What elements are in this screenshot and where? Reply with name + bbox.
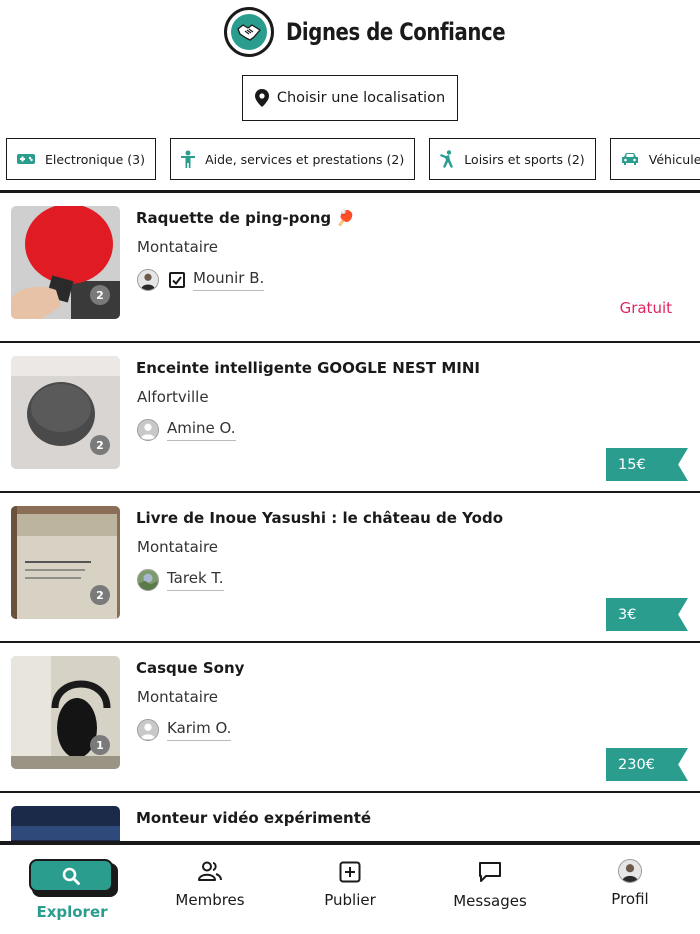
- person-icon: [181, 150, 196, 168]
- listing-city: Montataire: [137, 538, 219, 556]
- add-square-icon: [339, 861, 361, 883]
- search-icon: [62, 867, 80, 885]
- category-electronique[interactable]: Electronique (3): [6, 138, 156, 180]
- category-label: Aide, services et prestations (2): [205, 151, 405, 167]
- listing-photo[interactable]: [11, 806, 120, 841]
- avatar: [137, 269, 159, 291]
- category-label: Véhicules: [648, 151, 700, 167]
- photo-count-badge: 2: [90, 585, 110, 605]
- handshake-logo-icon[interactable]: [224, 7, 274, 57]
- nav-explorer[interactable]: Explorer: [26, 845, 118, 934]
- photo-count-badge: 1: [90, 735, 110, 755]
- price-free-label: Gratuit: [619, 299, 672, 317]
- nav-publier-label: Publier: [324, 891, 376, 909]
- photo-count-badge: 2: [90, 435, 110, 455]
- gamepad-icon: [17, 154, 35, 164]
- listing-photo[interactable]: 2: [11, 506, 120, 619]
- seller-name[interactable]: Karim O.: [167, 719, 232, 741]
- nav-membres-label: Membres: [175, 891, 245, 909]
- members-icon: [198, 861, 222, 881]
- listing-seller[interactable]: Tarek T.: [137, 569, 224, 591]
- listing-card[interactable]: 1 Casque Sony Montataire Karim O. 230€: [0, 643, 700, 793]
- bottom-navigation: Explorer Membres Publier Messages Profil: [0, 841, 700, 934]
- listing-photo[interactable]: 2: [11, 356, 120, 469]
- nav-messages-label: Messages: [453, 892, 527, 910]
- nav-profil[interactable]: Profil: [585, 845, 675, 934]
- seller-name[interactable]: Mounir B.: [193, 269, 265, 291]
- nav-membres[interactable]: Membres: [165, 845, 255, 934]
- photo-count-badge: 2: [90, 285, 110, 305]
- price-tag: 3€: [606, 598, 688, 631]
- seller-name[interactable]: Amine O.: [167, 419, 236, 441]
- avatar-placeholder: [137, 419, 159, 441]
- verified-check-icon: [169, 272, 185, 288]
- profile-avatar: [618, 859, 642, 883]
- price-tag: 230€: [606, 748, 688, 781]
- listing-card[interactable]: 2 Raquette de ping-pong 🏓 Montataire Mou…: [0, 193, 700, 343]
- avatar-placeholder: [137, 719, 159, 741]
- listing-title[interactable]: Raquette de ping-pong 🏓: [136, 209, 355, 227]
- category-label: Electronique (3): [45, 151, 145, 167]
- brand-name: Dignes de Confiance: [286, 18, 506, 46]
- listing-title[interactable]: Casque Sony: [136, 659, 244, 677]
- avatar: [137, 569, 159, 591]
- listing-city: Montataire: [137, 238, 219, 256]
- listing-city: Montataire: [137, 688, 219, 706]
- listing-title[interactable]: Enceinte intelligente GOOGLE NEST MINI: [136, 359, 480, 377]
- category-aide-services[interactable]: Aide, services et prestations (2): [170, 138, 416, 180]
- listing-seller[interactable]: Mounir B.: [137, 269, 265, 291]
- price-tag: 15€: [606, 448, 688, 481]
- listing-city: Alfortville: [137, 388, 209, 406]
- choose-location-label: Choisir une localisation: [276, 90, 446, 106]
- message-icon: [479, 862, 501, 882]
- listing-photo[interactable]: 2: [11, 206, 120, 319]
- nav-profil-label: Profil: [611, 890, 649, 908]
- listing-card[interactable]: 2 Livre de Inoue Yasushi : le château de…: [0, 493, 700, 643]
- location-pin-icon: [254, 89, 269, 107]
- listing-title[interactable]: Monteur vidéo expérimenté: [136, 809, 371, 827]
- listings-list[interactable]: 2 Raquette de ping-pong 🏓 Montataire Mou…: [0, 193, 700, 841]
- listing-photo[interactable]: 1: [11, 656, 120, 769]
- category-filter-bar[interactable]: Electronique (3) Aide, services et prest…: [6, 138, 700, 181]
- category-vehicules[interactable]: Véhicules: [609, 138, 700, 180]
- car-icon: [621, 153, 638, 165]
- nav-messages[interactable]: Messages: [440, 845, 540, 934]
- nav-explorer-label: Explorer: [36, 903, 108, 921]
- seller-name[interactable]: Tarek T.: [167, 569, 224, 591]
- category-loisirs-sports[interactable]: Loisirs et sports (2): [429, 138, 596, 180]
- choose-location-button[interactable]: Choisir une localisation: [242, 75, 458, 121]
- listing-seller[interactable]: Karim O.: [137, 719, 232, 741]
- nav-publier[interactable]: Publier: [305, 845, 395, 934]
- sport-icon: [440, 150, 454, 168]
- app-header: Dignes de Confiance: [0, 0, 700, 64]
- listing-card[interactable]: Monteur vidéo expérimenté: [0, 793, 700, 841]
- listing-card[interactable]: 2 Enceinte intelligente GOOGLE NEST MINI…: [0, 343, 700, 493]
- listing-title[interactable]: Livre de Inoue Yasushi : le château de Y…: [136, 509, 503, 527]
- listing-seller[interactable]: Amine O.: [137, 419, 236, 441]
- category-label: Loisirs et sports (2): [464, 151, 585, 167]
